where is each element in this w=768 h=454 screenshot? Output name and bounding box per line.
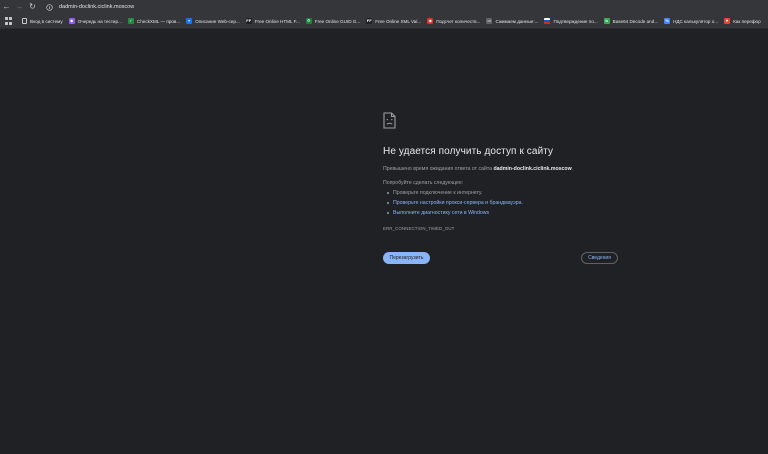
suggestions-title: Попробуйте сделать следующее:	[383, 180, 464, 186]
bookmark-item[interactable]: b Base64 Decode and...	[603, 16, 659, 27]
reload-button[interactable]: ↻	[26, 0, 39, 14]
calc-icon: %	[664, 18, 671, 24]
bookmark-label: CheckXML — пров...	[136, 18, 181, 24]
flag-ru-icon	[544, 18, 551, 24]
bookmark-label: Очередь на тестир...	[77, 18, 122, 24]
bookmark-label: Free Online HTML F...	[254, 18, 300, 24]
vs-icon: ◆	[68, 18, 75, 24]
bookmark-list: Вход в систему ◆ Очередь на тестир... ✓ Chec…	[22, 16, 767, 27]
bookmark-item[interactable]: ⚙ Free Online GUID G...	[305, 16, 361, 27]
error-description: Превышено время ожидания ответа от сайта…	[383, 166, 623, 172]
bookmark-label: Вход в систему	[30, 18, 63, 24]
error-heading: Не удается получить доступ к сайту	[383, 146, 554, 157]
ff-icon: FF	[366, 18, 373, 24]
bookmark-item[interactable]: ✓ CheckXML — пров...	[127, 16, 181, 27]
description-prefix: Превышено время ожидания ответа от сайта	[383, 166, 494, 172]
bookmark-item[interactable]: ◆ Очередь на тестир...	[68, 16, 122, 27]
description-suffix: .	[571, 166, 574, 172]
reload-page-button[interactable]: Перезагрузить	[383, 252, 430, 264]
bookmark-item[interactable]: FF Free Online XML Val...	[366, 16, 421, 27]
bookmark-item[interactable]: Подтверждение по...	[544, 16, 598, 27]
compress-icon: ▭	[486, 18, 493, 24]
arrow-right-icon: →	[15, 2, 24, 11]
bookmark-label: Free Online GUID G...	[314, 18, 361, 24]
base64-icon: b	[603, 18, 610, 24]
reload-icon: ↻	[29, 2, 36, 11]
heart-icon: ♥	[724, 18, 731, 24]
arrow-icon: »	[186, 18, 193, 24]
site-name: dadmin-doclink.ciclink.moscow	[493, 166, 572, 172]
bookmark-label: Описание Web-сер...	[195, 18, 240, 24]
checkxml-icon: ✓	[127, 18, 134, 24]
suggestions-list: Проверьте подключение к интернету. Прове…	[383, 190, 623, 216]
bookmark-label: Base64 Decode and...	[612, 18, 659, 24]
browser-toolbar: ← → ↻ dadmin-doclink.ciclink.moscow	[0, 0, 768, 14]
bookmark-label: Подтверждение по...	[553, 18, 598, 24]
suggestion-check-proxy-link[interactable]: Проверьте настройки прокси-сервера и бра…	[387, 200, 623, 206]
bookmark-label: Как перефор	[733, 18, 761, 24]
site-info-icon[interactable]	[44, 2, 54, 12]
bookmarks-bar: Вход в систему ◆ Очередь на тестир... ✓ Chec…	[0, 14, 768, 29]
arrow-left-icon: ←	[2, 2, 11, 11]
ff-icon: FF	[245, 18, 252, 24]
error-code: ERR_CONNECTION_TIMED_OUT	[383, 226, 455, 231]
bookmark-item[interactable]: FF Free Online HTML F...	[245, 16, 300, 27]
bookmark-item[interactable]: ♥ Как перефор	[724, 16, 761, 27]
bookmark-label: Подсчет количеств...	[436, 18, 481, 24]
bookmark-label: Сжимаем данные:...	[495, 18, 539, 24]
counter-icon: ◉	[427, 18, 434, 24]
page-icon	[22, 18, 27, 24]
address-bar[interactable]: dadmin-doclink.ciclink.moscow	[44, 1, 768, 13]
url-text[interactable]: dadmin-doclink.ciclink.moscow	[59, 4, 134, 10]
bookmark-label: НДС калькулятор о...	[673, 18, 719, 24]
bookmark-item[interactable]: ▭ Сжимаем данные:...	[486, 16, 538, 27]
bookmark-item[interactable]: ◉ Подсчет количеств...	[427, 16, 480, 27]
back-button[interactable]: ←	[0, 0, 13, 14]
bookmark-item[interactable]: » Описание Web-сер...	[186, 16, 240, 27]
suggestion-run-diagnostics-link[interactable]: Выполните диагностику сети в Windows	[387, 210, 623, 216]
bookmark-item[interactable]: Вход в систему	[22, 16, 63, 27]
bookmark-item[interactable]: % НДС калькулятор о...	[664, 16, 718, 27]
sad-document-icon	[383, 112, 396, 129]
apps-grid-icon[interactable]	[5, 17, 13, 25]
forward-button[interactable]: →	[13, 0, 26, 14]
guid-icon: ⚙	[305, 18, 312, 24]
suggestion-check-connection: Проверьте подключение к интернету.	[387, 190, 623, 196]
details-button[interactable]: Сведения	[581, 252, 618, 264]
bookmark-label: Free Online XML Val...	[375, 18, 422, 24]
error-content: Не удается получить доступ к сайту Превы…	[383, 112, 623, 231]
